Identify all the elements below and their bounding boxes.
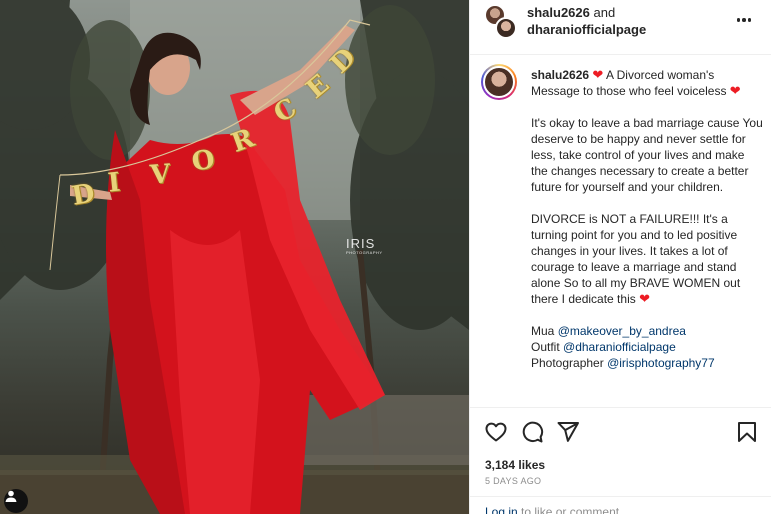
banner-letter: O	[189, 144, 218, 178]
bookmark-icon	[738, 422, 756, 442]
comment-button[interactable]	[520, 420, 544, 444]
mention-makeover-link[interactable]: @makeover_by_andrea	[558, 324, 686, 338]
caption-paragraph-1: It's okay to leave a bad marriage cause …	[531, 116, 763, 194]
credit-photographer-label: Photographer	[531, 356, 604, 370]
likes-count-link[interactable]: 3,184 likes	[485, 458, 545, 472]
heart-icon	[485, 422, 507, 442]
caption-avatar[interactable]	[481, 64, 517, 100]
banner-letter: V	[148, 159, 172, 191]
comment-icon	[522, 421, 544, 443]
mention-iris-link[interactable]: @irisphotography77	[607, 356, 715, 370]
login-prompt: Log in to like or comment.	[470, 496, 771, 514]
share-button[interactable]	[556, 420, 580, 444]
photographer-watermark: IRIS PHOTOGRAPHY	[346, 236, 383, 255]
credit-mua-label: Mua	[531, 324, 555, 338]
post-header: shalu2626 and dharaniofficialpage	[470, 0, 771, 55]
credit-outfit-label: Outfit	[531, 340, 560, 354]
caption-paragraph-2: DIVORCE is NOT a FAILURE!!! It's a turni…	[531, 212, 741, 306]
red-heart-emoji-icon: ❤	[592, 67, 604, 82]
user-tag-button[interactable]	[4, 489, 28, 513]
post-side-panel: shalu2626 and dharaniofficialpage shalu2…	[469, 0, 771, 514]
red-heart-emoji-icon: ❤	[639, 291, 650, 306]
collaborator-username-link[interactable]: dharaniofficialpage	[527, 22, 646, 37]
post-photo[interactable]: DIVORCED IRIS PHOTOGRAPHY	[0, 0, 469, 514]
post-authors: shalu2626 and dharaniofficialpage	[527, 4, 646, 38]
more-options-button[interactable]	[732, 10, 756, 30]
collab-avatars[interactable]	[485, 5, 517, 39]
user-tag-icon	[5, 490, 17, 502]
caption-text: shalu2626 ❤ A Divorced woman's Message t…	[531, 67, 763, 371]
photo-illustration	[0, 0, 469, 514]
login-prompt-text: to like or comment.	[521, 505, 623, 514]
mention-dharani-link[interactable]: @dharaniofficialpage	[563, 340, 676, 354]
banner-letter: D	[69, 178, 97, 212]
save-button[interactable]	[735, 420, 759, 444]
share-icon	[557, 422, 579, 442]
more-icon	[736, 18, 752, 22]
like-button[interactable]	[484, 420, 508, 444]
author-username-link[interactable]: shalu2626	[527, 5, 590, 20]
caption-section[interactable]: shalu2626 ❤ A Divorced woman's Message t…	[470, 55, 771, 407]
action-bar	[470, 407, 771, 457]
red-heart-emoji-icon: ❤	[729, 83, 741, 98]
instagram-post-window: DIVORCED IRIS PHOTOGRAPHY shalu2626 and …	[0, 0, 771, 514]
and-text: and	[593, 5, 616, 20]
avatar	[495, 17, 517, 39]
caption-username-link[interactable]: shalu2626	[531, 68, 589, 82]
login-link[interactable]: Log in	[485, 505, 518, 514]
post-timestamp[interactable]: 5 DAYS AGO	[485, 476, 541, 486]
